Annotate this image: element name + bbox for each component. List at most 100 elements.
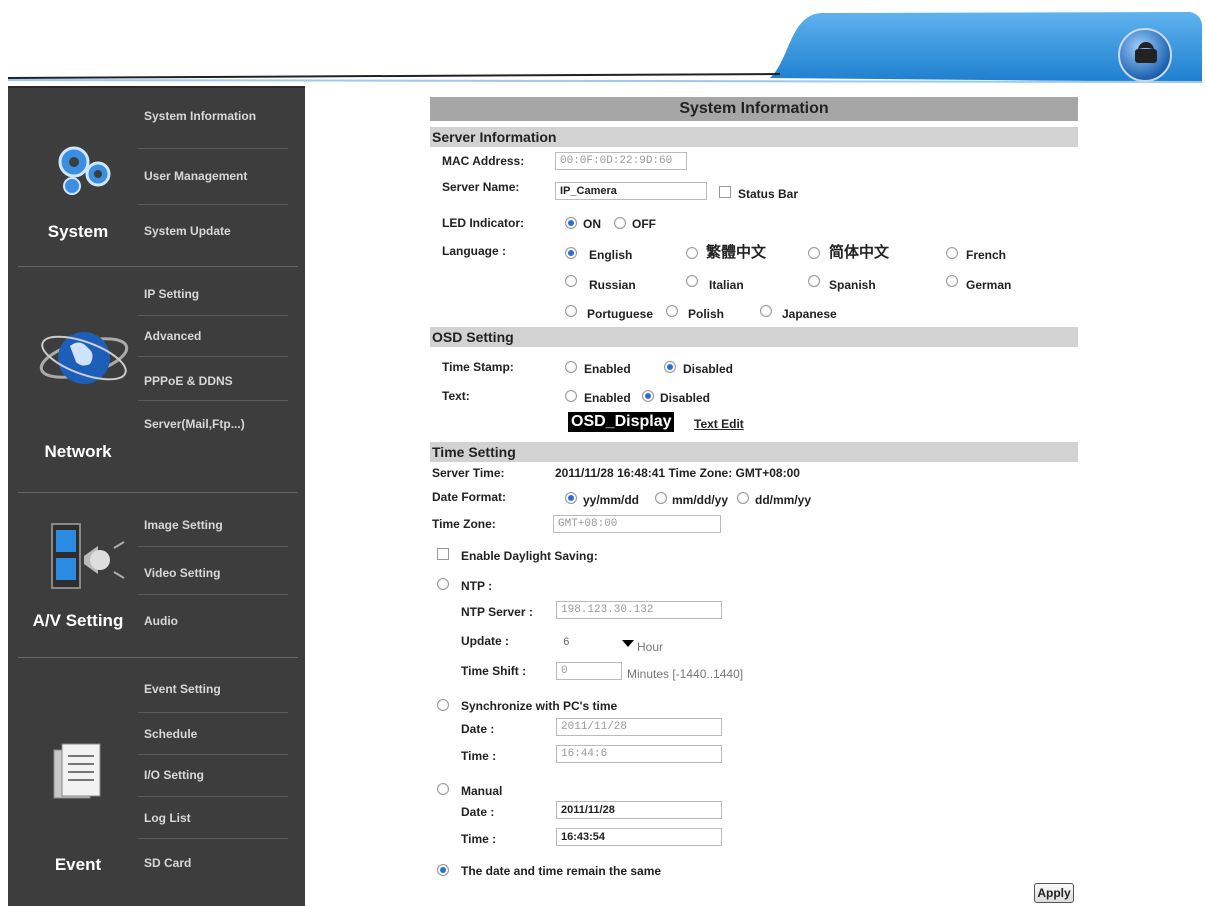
led-on-radio[interactable] xyxy=(565,217,577,229)
section-network[interactable]: Network xyxy=(8,442,148,462)
format-yymmdd-label: yy/mm/dd xyxy=(583,493,640,507)
language-portuguese-label: Portuguese xyxy=(587,307,654,321)
time-setting-heading: Time Setting xyxy=(430,442,1078,462)
timestamp-enabled-label: Enabled xyxy=(584,362,631,376)
menu-system-update[interactable]: System Update xyxy=(144,224,284,238)
format-yymmdd-radio[interactable] xyxy=(565,492,577,504)
status-bar-label: Status Bar xyxy=(738,187,799,201)
divider xyxy=(138,148,288,149)
led-off-label: OFF xyxy=(632,217,656,231)
menu-io-setting[interactable]: I/O Setting xyxy=(144,768,284,782)
divider xyxy=(18,492,298,493)
language-italian-label: Italian xyxy=(709,278,744,292)
menu-pppoe-ddns[interactable]: PPPoE & DDNS xyxy=(144,374,284,388)
manual-time-field[interactable]: 16:43:54 xyxy=(556,828,722,846)
divider xyxy=(18,657,298,658)
event-list-icon xyxy=(53,743,101,799)
manual-time-label: Time : xyxy=(461,832,497,846)
ntp-radio[interactable] xyxy=(437,578,449,590)
divider xyxy=(138,838,288,839)
menu-user-management[interactable]: User Management xyxy=(144,169,284,183)
language-polish-radio[interactable] xyxy=(666,305,678,317)
time-zone-field[interactable]: GMT+08:00 xyxy=(553,515,721,533)
language-spanish-radio[interactable] xyxy=(808,275,820,287)
menu-video-setting[interactable]: Video Setting xyxy=(144,566,284,580)
daylight-saving-checkbox[interactable] xyxy=(437,548,449,560)
menu-audio[interactable]: Audio xyxy=(144,614,284,628)
divider xyxy=(138,594,288,595)
language-russian-label: Russian xyxy=(589,278,636,292)
language-french-radio[interactable] xyxy=(946,247,958,259)
chevron-down-icon xyxy=(622,640,634,647)
format-ddmmyy-radio[interactable] xyxy=(737,492,749,504)
section-system[interactable]: System xyxy=(8,222,148,242)
osd-text-disabled-radio[interactable] xyxy=(642,390,654,402)
manual-date-field[interactable]: 2011/11/28 xyxy=(556,801,722,819)
language-tchinese-radio[interactable] xyxy=(686,247,698,259)
time-zone-label: Time Zone: xyxy=(432,517,496,531)
divider xyxy=(138,204,288,205)
server-name-field[interactable]: IP_Camera xyxy=(555,182,707,200)
sync-date-field[interactable]: 2011/11/28 xyxy=(556,718,722,736)
language-german-radio[interactable] xyxy=(946,275,958,287)
timestamp-disabled-label: Disabled xyxy=(683,362,734,376)
osd-setting-heading: OSD Setting xyxy=(430,327,1078,347)
server-time-value: 2011/11/28 16:48:41 Time Zone: GMT+08:00 xyxy=(555,466,800,480)
text-edit-link[interactable]: Text Edit xyxy=(694,417,744,431)
osd-text-enabled-radio[interactable] xyxy=(565,390,577,402)
section-event[interactable]: Event xyxy=(8,855,148,875)
menu-log-list[interactable]: Log List xyxy=(144,811,284,825)
divider xyxy=(138,546,288,547)
sync-date-label: Date : xyxy=(461,722,495,736)
sync-time-field[interactable]: 16:44:6 xyxy=(556,745,722,763)
camera-view-button[interactable] xyxy=(1118,28,1172,82)
header-bar xyxy=(0,0,1205,88)
language-russian-radio[interactable] xyxy=(565,275,577,287)
status-bar-checkbox[interactable] xyxy=(719,186,731,198)
section-av-setting[interactable]: A/V Setting xyxy=(8,611,148,631)
osd-text-disabled-label: Disabled xyxy=(660,391,711,405)
mac-address-field[interactable]: 00:0F:0D:22:9D:60 xyxy=(555,152,687,170)
sync-pc-radio[interactable] xyxy=(437,699,449,711)
ntp-server-label: NTP Server : xyxy=(461,605,533,619)
sync-time-label: Time : xyxy=(461,749,497,763)
menu-schedule[interactable]: Schedule xyxy=(144,727,284,741)
menu-image-setting[interactable]: Image Setting xyxy=(144,518,284,532)
timestamp-disabled-radio[interactable] xyxy=(664,361,676,373)
language-english-radio[interactable] xyxy=(565,247,577,259)
format-ddmmyy-label: dd/mm/yy xyxy=(755,493,812,507)
language-german-label: German xyxy=(966,278,1012,292)
language-polish-label: Polish xyxy=(688,307,725,321)
format-mmddyy-radio[interactable] xyxy=(655,492,667,504)
led-off-radio[interactable] xyxy=(614,217,626,229)
time-shift-field[interactable]: 0 xyxy=(556,662,622,680)
menu-sd-card[interactable]: SD Card xyxy=(144,856,284,870)
language-italian-radio[interactable] xyxy=(686,275,698,287)
gears-icon xyxy=(58,146,111,195)
timestamp-enabled-radio[interactable] xyxy=(565,361,577,373)
osd-display-preview: OSD_Display xyxy=(568,412,675,432)
menu-server-mail-ftp[interactable]: Server(Mail,Ftp...) xyxy=(144,417,284,431)
av-setting-icon xyxy=(51,523,125,589)
menu-ip-setting[interactable]: IP Setting xyxy=(144,287,284,301)
language-french-label: French xyxy=(966,248,1007,262)
language-english-label: English xyxy=(589,248,633,262)
language-portuguese-radio[interactable] xyxy=(565,305,577,317)
menu-event-setting[interactable]: Event Setting xyxy=(144,682,284,696)
keep-same-radio[interactable] xyxy=(437,864,449,876)
apply-button[interactable]: Apply xyxy=(1034,883,1074,903)
time-shift-unit: Minutes [-1440..1440] xyxy=(627,667,744,681)
manual-radio[interactable] xyxy=(437,783,449,795)
language-schinese-radio[interactable] xyxy=(808,247,820,259)
led-indicator-label: LED Indicator: xyxy=(442,216,525,230)
menu-advanced[interactable]: Advanced xyxy=(144,329,284,343)
format-mmddyy-label: mm/dd/yy xyxy=(672,493,729,507)
keep-same-label: The date and time remain the same xyxy=(461,864,662,878)
menu-system-information[interactable]: System Information xyxy=(144,109,284,123)
language-label: Language : xyxy=(442,244,507,258)
time-stamp-label: Time Stamp: xyxy=(442,360,514,374)
language-tchinese-label: 繁體中文 xyxy=(706,244,767,261)
ntp-server-field[interactable]: 198.123.30.132 xyxy=(556,601,722,619)
manual-date-label: Date : xyxy=(461,805,495,819)
language-japanese-radio[interactable] xyxy=(760,305,772,317)
